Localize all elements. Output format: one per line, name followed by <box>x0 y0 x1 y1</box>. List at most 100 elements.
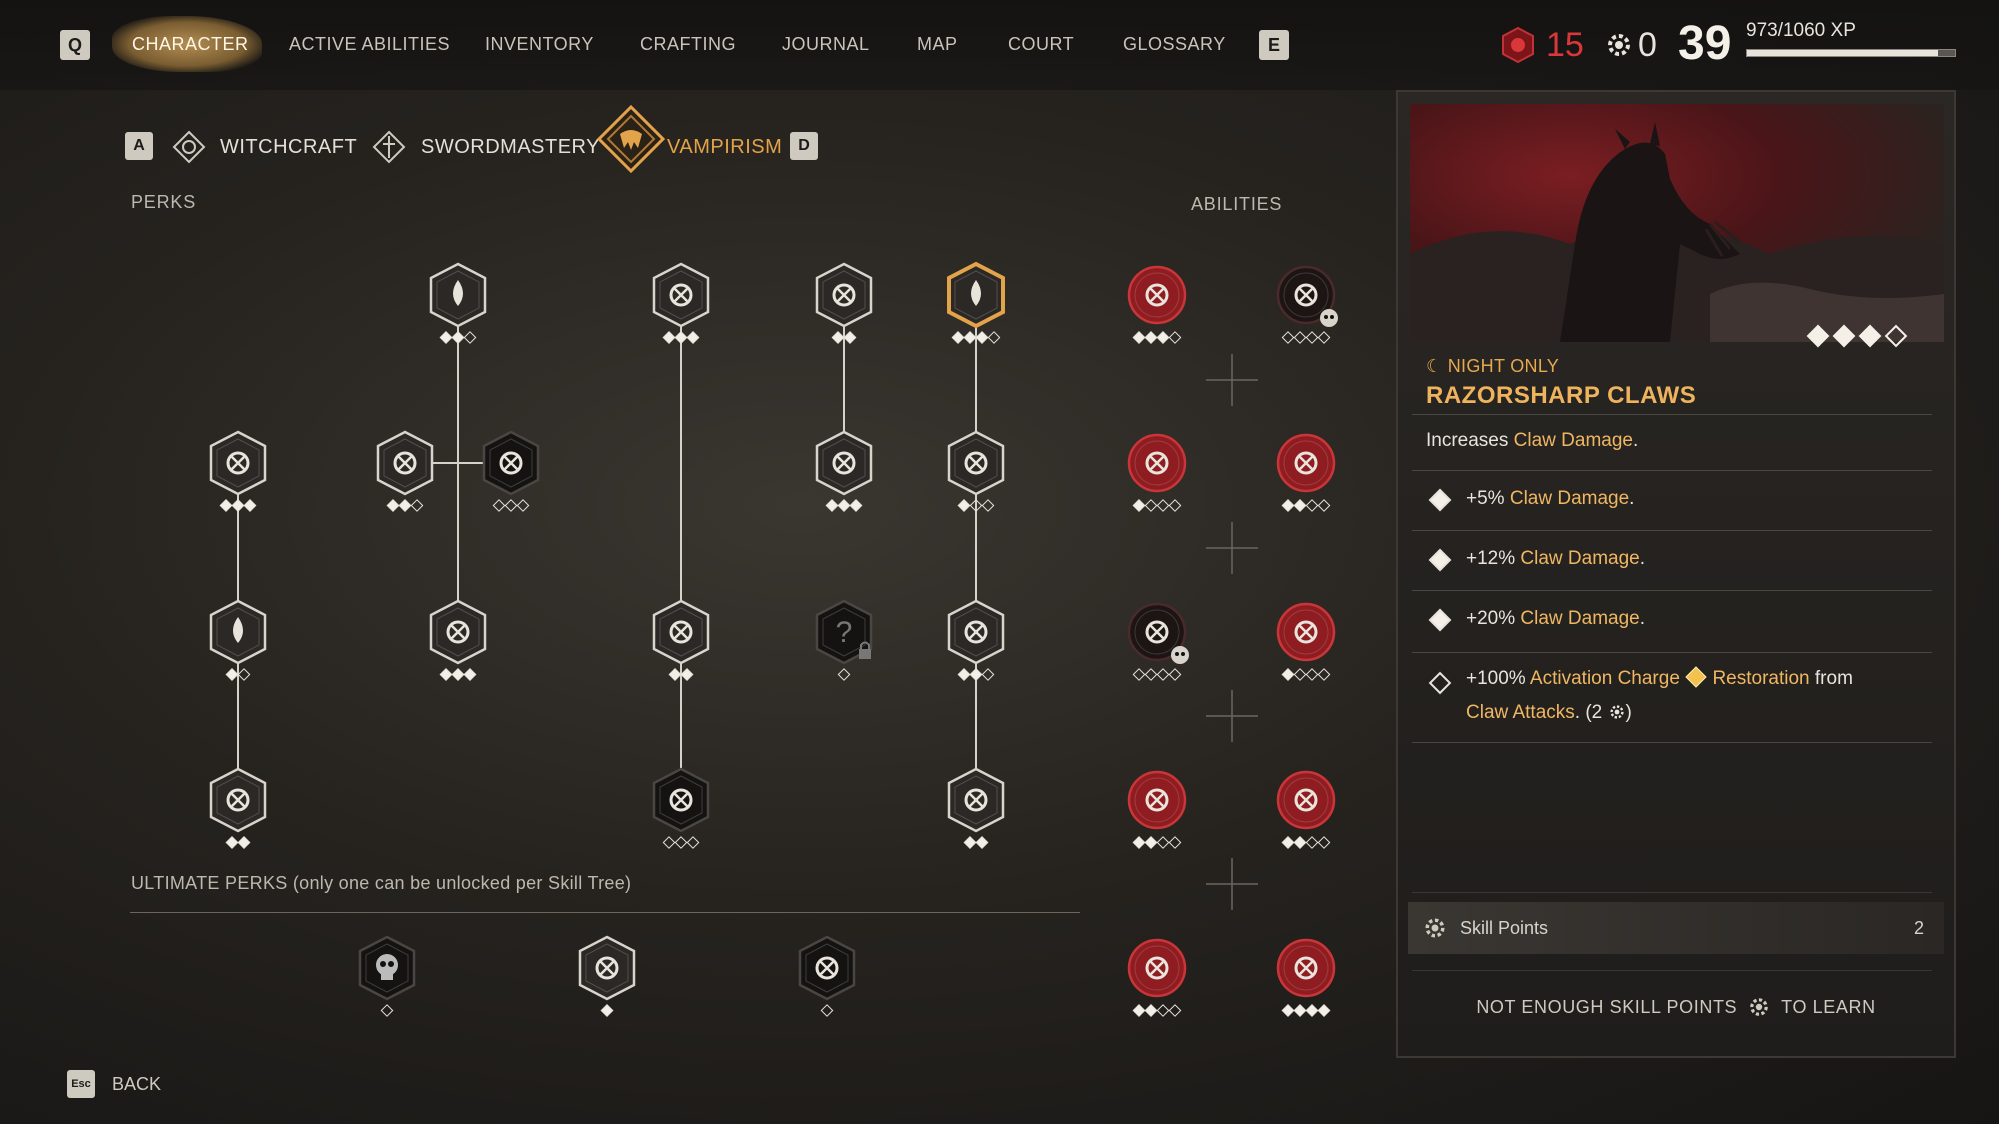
level-dot-empty <box>1305 836 1319 849</box>
skill-point-icon <box>1608 34 1630 56</box>
tab-character[interactable]: CHARACTER <box>132 34 249 55</box>
bat-swarm-ability-node[interactable] <box>1271 597 1341 667</box>
fang-mouth-perk-node[interactable] <box>646 260 716 330</box>
node-level-dots <box>600 1004 614 1017</box>
stake-perk-node[interactable] <box>809 428 879 498</box>
blood-rain-perk-node[interactable] <box>941 260 1011 330</box>
swordmastery-icon <box>372 130 406 164</box>
bonus-level-marker <box>1428 488 1452 512</box>
level-dot-empty <box>981 668 995 681</box>
level-dot-filled <box>451 668 465 681</box>
preview-level-dot-empty <box>1884 324 1908 348</box>
tab-inventory[interactable]: INVENTORY <box>485 34 594 55</box>
back-button[interactable]: BACK <box>112 1074 161 1095</box>
next-tree-key[interactable]: D <box>790 132 818 160</box>
preview-level-dot-filled <box>1832 324 1856 348</box>
slash-perk-node[interactable] <box>941 428 1011 498</box>
next-tab-key[interactable]: E <box>1259 30 1289 60</box>
eye-shield-perk-node[interactable] <box>203 765 273 835</box>
night-only-label: NIGHT ONLY <box>1447 356 1560 376</box>
heart-ability-node[interactable] <box>1271 765 1341 835</box>
claw-marks-perk-node[interactable] <box>646 597 716 667</box>
level-dot-empty <box>981 499 995 512</box>
learn-button[interactable]: NOT ENOUGH SKILL POINTS TO LEARN <box>1408 972 1944 1042</box>
blood-claw-ability-node[interactable] <box>1271 933 1341 1003</box>
ability-row-separator <box>1206 354 1258 406</box>
level-dot-empty <box>1305 499 1319 512</box>
witchcraft-icon <box>172 130 206 164</box>
bat-drop-perk-node[interactable] <box>646 765 716 835</box>
spider-ability-node[interactable] <box>1122 765 1192 835</box>
burst-ability-node[interactable] <box>1271 428 1341 498</box>
sun-sigil-perk-node[interactable] <box>476 428 546 498</box>
level-dot-empty <box>1281 331 1295 344</box>
prev-tree-key[interactable]: A <box>125 132 153 160</box>
level-dot-filled <box>1144 836 1158 849</box>
node-level-dots <box>1281 499 1331 512</box>
level-dot-empty <box>1317 499 1331 512</box>
tab-vampirism[interactable]: VAMPIRISM <box>667 136 782 159</box>
tab-crafting[interactable]: CRAFTING <box>640 34 736 55</box>
level-dot-filled <box>1156 331 1170 344</box>
night-only-tag: ☾ NIGHT ONLY <box>1426 356 1560 376</box>
roar-mouth-ability-node[interactable] <box>1122 260 1192 330</box>
node-level-dots <box>951 331 1001 344</box>
dark-beast-ability-node[interactable] <box>1271 260 1341 330</box>
question-lock-perk-node[interactable]: ? <box>809 597 879 667</box>
level-dot-filled <box>1305 1004 1319 1017</box>
grab-hand-icon <box>429 599 487 665</box>
perks-heading: PERKS <box>131 192 197 212</box>
skill-points-label: Skill Points <box>1460 918 1549 938</box>
claw-hand-perk-node[interactable] <box>941 765 1011 835</box>
skull-ultimate-node[interactable] <box>352 933 422 1003</box>
level-dot-empty <box>237 668 251 681</box>
level-dot-empty <box>1144 668 1158 681</box>
level-dot-filled <box>1281 836 1295 849</box>
level-dot-empty <box>1156 1004 1170 1017</box>
tab-journal[interactable]: JOURNAL <box>782 34 870 55</box>
prev-tab-key[interactable]: Q <box>60 30 90 60</box>
bonus-level-marker <box>1428 548 1452 572</box>
tab-court[interactable]: COURT <box>1008 34 1074 55</box>
fangs-perk-node[interactable] <box>370 428 440 498</box>
bonus-end-divider <box>1412 742 1932 743</box>
tab-glossary[interactable]: GLOSSARY <box>1123 34 1226 55</box>
level-dot-empty <box>1317 836 1331 849</box>
eye-sigil-perk-node[interactable] <box>809 260 879 330</box>
level-dot-filled <box>1144 1004 1158 1017</box>
tab-witchcraft[interactable]: WITCHCRAFT <box>220 136 357 159</box>
blood-drop-perk-node[interactable] <box>423 260 493 330</box>
bonus-level-marker <box>1428 608 1452 632</box>
level-dot-filled <box>831 331 845 344</box>
node-level-dots <box>439 668 477 681</box>
spiral-sigil-ultimate-node[interactable] <box>792 933 862 1003</box>
ability-row-separator <box>1206 522 1258 574</box>
ghost-skull-ultimate-node[interactable] <box>572 933 642 1003</box>
level-dot-filled <box>1293 1004 1307 1017</box>
razor-claws-ability-node[interactable] <box>1122 933 1192 1003</box>
xp-bar-fill <box>1747 50 1938 56</box>
bonus-highlight: Claw Damage <box>1509 488 1630 509</box>
wolf-head-ability-node[interactable] <box>1122 428 1192 498</box>
tab-map[interactable]: MAP <box>917 34 958 55</box>
tab-active-abilities[interactable]: ACTIVE ABILITIES <box>289 34 450 55</box>
vortex-ability-node[interactable] <box>1122 597 1192 667</box>
claw-perk-node[interactable] <box>941 597 1011 667</box>
level-dot-filled <box>963 331 977 344</box>
level-dot-filled <box>1132 499 1146 512</box>
level-dot-empty <box>1168 499 1182 512</box>
tab-swordmastery[interactable]: SWORDMASTERY <box>421 136 600 159</box>
blood-drops-icon <box>209 599 267 665</box>
level-dot-filled <box>219 499 233 512</box>
blood-drops-perk-node[interactable] <box>203 597 273 667</box>
flame-hand-perk-node[interactable] <box>203 428 273 498</box>
eye-sigil-icon <box>815 262 873 328</box>
level-dot-empty <box>1293 331 1307 344</box>
skill-points-divider <box>1412 892 1932 893</box>
back-key[interactable]: Esc <box>67 1070 95 1098</box>
learn-divider <box>1412 970 1932 971</box>
grab-hand-perk-node[interactable] <box>423 597 493 667</box>
bonus4-p4: ) <box>1625 702 1632 723</box>
level-dot-filled <box>674 331 688 344</box>
burst-icon <box>1276 433 1336 493</box>
